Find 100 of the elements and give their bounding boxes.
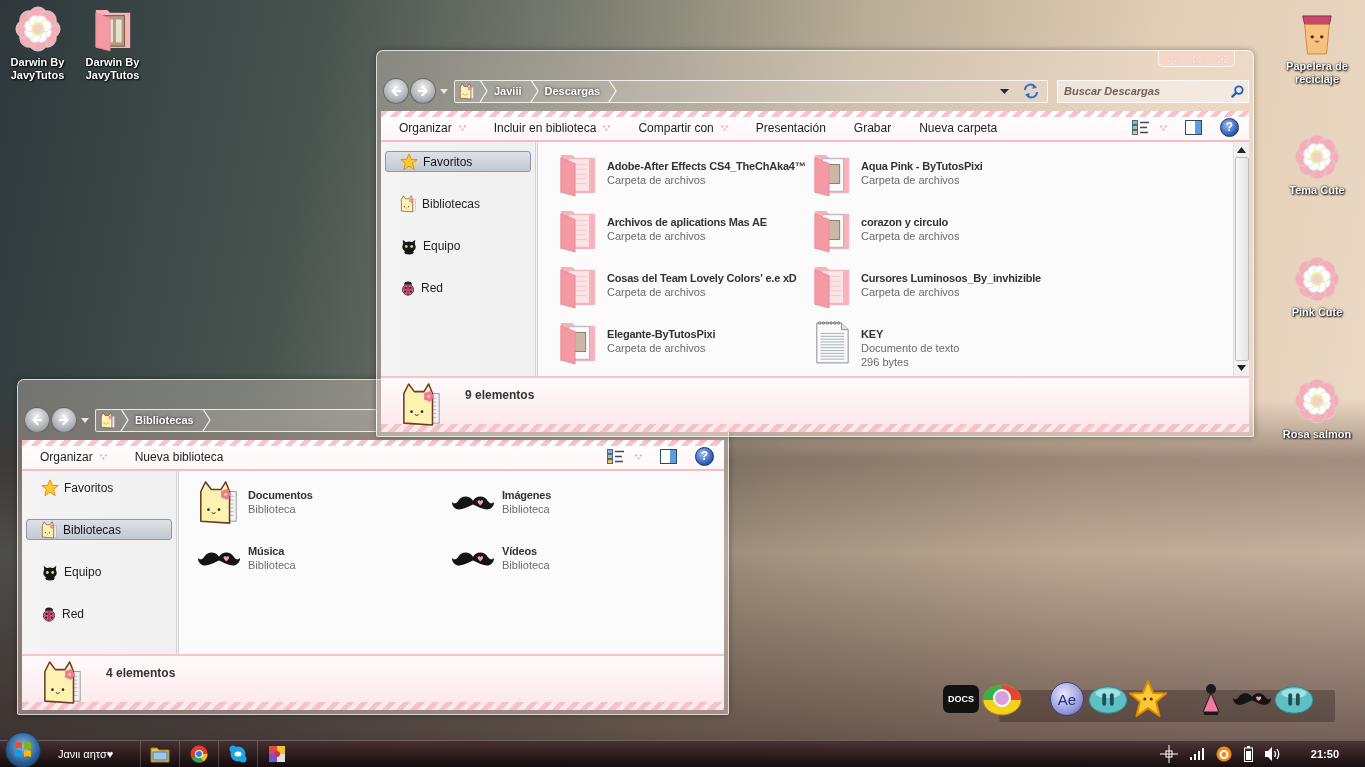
file-detail: Documento de texto [861, 341, 960, 355]
cat-folder-icon [100, 411, 116, 429]
file-name[interactable]: Documentos [248, 488, 313, 502]
file-name[interactable]: Imágenes [502, 488, 552, 502]
file-detail: Biblioteca [502, 502, 550, 516]
toolbar-button[interactable]: Presentación [753, 120, 828, 135]
preview-pane-icon[interactable] [660, 449, 677, 464]
patchwork-icon[interactable] [268, 745, 286, 763]
file-detail: Carpeta de archivos [861, 173, 960, 187]
signal-bars-icon[interactable] [1189, 748, 1204, 760]
file-detail: Biblioteca [502, 558, 550, 572]
scrollbar[interactable] [1233, 142, 1249, 376]
desktop-icon-label[interactable]: Darwin By JavyTutos [75, 56, 150, 82]
view-options-icon[interactable] [607, 449, 625, 464]
scroll-thumb[interactable] [1234, 157, 1249, 361]
file-detail: Carpeta de archivos [861, 229, 960, 243]
down-arrow-icon[interactable] [1237, 365, 1246, 371]
file-detail: Carpeta de archivos [607, 285, 706, 299]
cat-folder-icon [400, 194, 417, 213]
nav-item[interactable]: Bibliotecas [385, 193, 531, 214]
chevron-icon [201, 409, 211, 431]
nav-item[interactable]: Equipo [385, 235, 531, 256]
file-detail: Biblioteca [248, 502, 296, 516]
chevron-icon [608, 80, 618, 102]
start-button[interactable] [5, 732, 41, 767]
menu-dots-icon [635, 453, 642, 460]
desktop-icon-label[interactable]: Darwin By JavyTutos [0, 56, 75, 82]
file-detail: Carpeta de archivos [861, 285, 960, 299]
nav-item[interactable]: Red [385, 277, 531, 298]
ring-icon[interactable] [1215, 746, 1232, 762]
left-arrow-icon [30, 413, 44, 427]
ladybug-icon [400, 279, 416, 296]
file-detail: Carpeta de archivos [607, 229, 706, 243]
maximize-icon [1190, 53, 1203, 64]
dropdown-caret-icon[interactable] [1000, 88, 1009, 94]
file-detail: Carpeta de archivos [607, 173, 706, 187]
view-options-icon[interactable] [1132, 120, 1150, 135]
cat-folder-icon [401, 382, 443, 428]
folder-icon[interactable] [150, 745, 170, 763]
pause-blob-icon[interactable] [1088, 683, 1128, 715]
refresh-icon[interactable] [1023, 83, 1039, 99]
clock-time[interactable]: 21:50 [1310, 748, 1339, 760]
search-icon[interactable] [1231, 84, 1244, 98]
nav-item[interactable]: Red [26, 603, 172, 624]
file-name[interactable]: Adobe-After Effects CS4_TheChAka4™ [607, 159, 806, 173]
ladybug-icon [41, 605, 57, 622]
menu-dots-icon [1160, 124, 1167, 131]
blob-logo-icon[interactable] [229, 745, 247, 763]
search-field[interactable]: Buscar Descargas [1057, 79, 1249, 103]
item-count: 4 elementos [106, 666, 176, 680]
file-name[interactable]: corazon y circulo [861, 215, 949, 229]
caret-icon[interactable] [81, 417, 89, 423]
toolbar-button[interactable]: Organizar [38, 449, 109, 464]
nav-item[interactable]: Equipo [26, 561, 172, 582]
chevron-icon [529, 80, 539, 102]
caret-icon[interactable] [440, 88, 448, 94]
file-name[interactable]: Cosas del Team Lovely Colors' e.e xD [607, 271, 797, 285]
item-count: 9 elementos [465, 388, 535, 402]
battery-icon[interactable] [1243, 746, 1253, 762]
file-name[interactable]: Música [248, 544, 285, 558]
dock-item[interactable]: DOCS [943, 685, 979, 713]
right-arrow-icon [416, 84, 430, 98]
cat-folder-icon [42, 660, 84, 706]
star-icon [400, 152, 418, 171]
file-detail: Biblioteca [248, 558, 296, 572]
close-icon [1215, 53, 1228, 64]
file-name[interactable]: Archivos de aplications Mas AE [607, 215, 767, 229]
star-face-icon[interactable] [1128, 679, 1168, 719]
toolbar-button[interactable]: Incluir en biblioteca [491, 120, 613, 135]
text-file-icon[interactable] [813, 319, 851, 365]
star-icon [41, 478, 59, 497]
nav-item[interactable]: Favoritos [385, 151, 531, 172]
flower-icon[interactable] [14, 6, 61, 52]
left-arrow-icon [389, 84, 403, 98]
chevron-icon [120, 409, 129, 431]
nav-item[interactable]: Bibliotecas [26, 519, 172, 540]
circle-logo-icon[interactable] [190, 745, 208, 763]
toolbar-label: Jανιι αητσ♥ [58, 748, 115, 760]
cat-folder-icon [41, 520, 58, 539]
file-name[interactable]: KEY [861, 327, 884, 341]
file-name[interactable]: Aqua Pink - ByTutosPixi [861, 159, 983, 173]
toolbar-button[interactable]: Grabar [851, 120, 894, 135]
preview-pane-icon[interactable] [1185, 120, 1202, 135]
file-detail: Carpeta de archivos [607, 341, 706, 355]
crosshair-icon[interactable] [1159, 745, 1178, 763]
up-arrow-icon[interactable] [1237, 147, 1246, 153]
file-name[interactable]: Elegante-ByTutosPixi [607, 327, 716, 341]
pause-blob-icon[interactable] [1274, 683, 1314, 715]
file-name[interactable]: Cursores Luminosos_By_invhizible [861, 271, 1042, 285]
file-name[interactable]: Vídeos [502, 544, 537, 558]
toolbar-button[interactable]: Nueva carpeta [917, 120, 1000, 135]
toolbar-button[interactable]: Nueva biblioteca [132, 449, 226, 464]
nav-item[interactable]: Favoritos [26, 477, 172, 498]
ball-icon[interactable] [982, 682, 1022, 716]
toolbar-button[interactable]: Organizar [397, 120, 468, 135]
figure-icon[interactable] [1200, 682, 1222, 716]
speaker-icon[interactable] [1264, 747, 1281, 761]
toolbar-button[interactable]: Compartir con [636, 120, 730, 135]
chevron-icon [479, 80, 488, 102]
file-detail: 296 bytes [861, 355, 909, 369]
